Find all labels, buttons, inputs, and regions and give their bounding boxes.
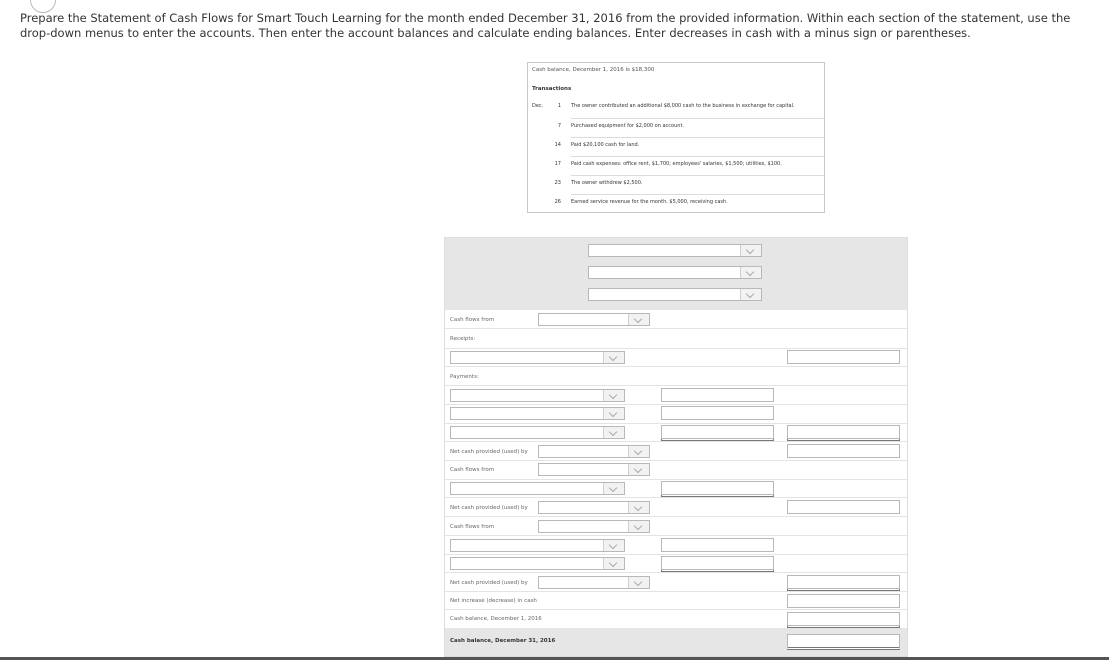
beginning-balance-input[interactable] [787,612,900,626]
financing-account-dropdown[interactable] [450,539,625,552]
statement-title-dropdown[interactable] [588,266,762,279]
net-increase-input[interactable] [787,594,900,608]
activity-type-dropdown[interactable] [538,313,650,326]
payment-account-dropdown[interactable] [450,407,625,420]
receipts-label: Receipts: [450,336,476,342]
chevron-down-icon [628,314,649,325]
chevron-down-icon [603,483,624,494]
receipt-account-dropdown[interactable] [450,351,625,364]
transaction-text: Paid cash expenses: office rent, $1,700;… [571,161,782,167]
chevron-down-icon [603,558,624,569]
chevron-down-icon [628,446,649,457]
chevron-down-icon [740,267,761,278]
investing-amount-input[interactable] [661,481,774,495]
payment-amount-input[interactable] [661,388,774,402]
financing-amount-input[interactable] [661,538,774,552]
payment-account-dropdown[interactable] [450,426,625,439]
investing-account-dropdown[interactable] [450,482,625,495]
chevron-down-icon [603,390,624,401]
transaction-day: 14 [554,142,561,148]
chevron-down-icon [603,408,624,419]
total-payments-input[interactable] [787,425,900,439]
payment-amount-input[interactable] [661,406,774,420]
financing-account-dropdown[interactable] [450,557,625,570]
chevron-down-icon [603,427,624,438]
net-cash-label: Net cash provided (used) by [450,449,528,455]
ending-balance-label: Cash balance, December 31, 2016 [450,638,556,644]
transaction-text: Purchased equipment for $2,000 on accoun… [571,123,684,129]
chevron-down-icon [740,289,761,300]
cash-flows-from-label: Cash flows from [450,317,495,323]
transaction-text: Paid $20,100 cash for land. [571,142,640,148]
net-increase-label: Net increase (decrease) in cash [450,598,537,604]
transactions-heading: Transactions [532,86,572,92]
receipt-amount-input[interactable] [787,350,900,364]
transactions-box: Cash balance, December 1, 2016 is $18,30… [527,62,825,213]
net-cash-label: Net cash provided (used) by [450,580,528,586]
financing-amount-input[interactable] [661,556,774,570]
chevron-down-icon [628,521,649,532]
net-cash-amount-input[interactable] [787,444,900,458]
cash-flow-statement: Cash flows from Receipts: Payments: Net … [444,237,908,657]
company-name-dropdown[interactable] [588,244,762,257]
transaction-day: 26 [554,199,561,205]
instructions-text: Prepare the Statement of Cash Flows for … [20,11,1071,40]
net-cash-label: Net cash provided (used) by [450,505,528,511]
activity-type-dropdown[interactable] [538,520,650,533]
chevron-down-icon [628,502,649,513]
chevron-down-icon [603,352,624,363]
beginning-balance-label: Cash balance, December 1, 2016 [450,616,542,622]
transaction-day: 1 [557,103,561,109]
chevron-down-icon [603,540,624,551]
payment-account-dropdown[interactable] [450,389,625,402]
transaction-text: The owner contributed an additional $8,0… [571,103,795,109]
net-cash-activity-dropdown[interactable] [538,445,650,458]
transaction-day: 17 [554,161,561,167]
ending-balance-input[interactable] [787,634,900,650]
activity-type-dropdown[interactable] [538,463,650,476]
net-cash-amount-input[interactable] [787,500,900,514]
chevron-down-icon [628,464,649,475]
transaction-month: Dec. [532,103,544,109]
cash-flows-from-label: Cash flows from [450,524,495,530]
transaction-day: 23 [554,180,561,186]
net-cash-activity-dropdown[interactable] [538,501,650,514]
transaction-day: 7 [557,123,561,129]
transaction-text: Earned service revenue for the month, $5… [571,199,728,205]
chevron-down-icon [628,577,649,588]
payment-amount-input[interactable] [661,425,774,439]
cash-balance-note: Cash balance, December 1, 2016 is $18,30… [532,67,655,73]
statement-date-dropdown[interactable] [588,288,762,301]
chevron-down-icon [740,245,761,256]
net-cash-amount-input[interactable] [787,575,900,589]
transaction-text: The owner withdrew $2,500. [571,180,643,186]
payments-label: Payments: [450,374,479,380]
cash-flows-from-label: Cash flows from [450,467,495,473]
net-cash-activity-dropdown[interactable] [538,576,650,589]
